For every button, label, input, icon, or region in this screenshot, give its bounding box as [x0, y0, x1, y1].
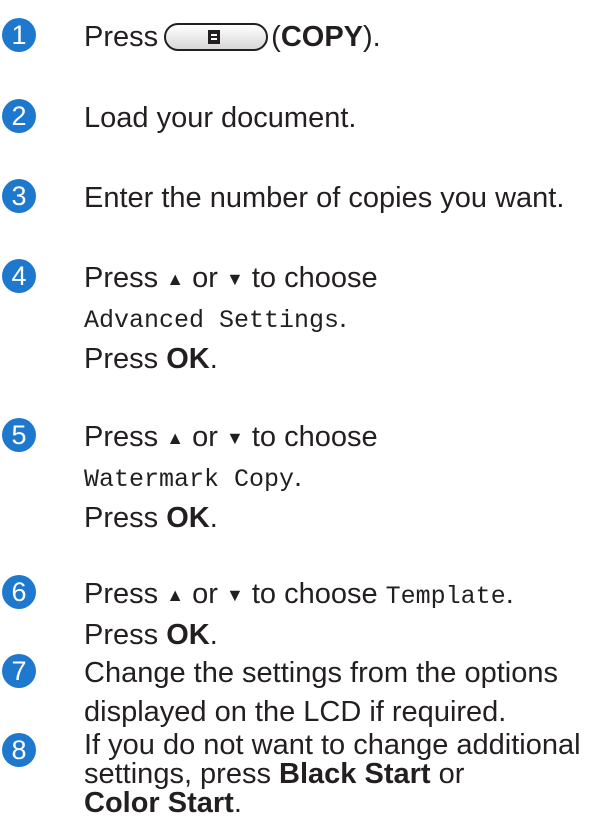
period: . — [233, 787, 242, 819]
text-line: settings, press — [84, 758, 271, 790]
paren-open: ( — [271, 21, 281, 53]
ok-label: OK — [166, 619, 210, 651]
step-number-badge: 7 — [2, 654, 36, 688]
copy-label: COPY — [280, 21, 363, 53]
step-number-badge: 3 — [2, 179, 36, 213]
copy-document-icon — [208, 30, 221, 44]
down-arrow-icon: ▼ — [225, 428, 244, 448]
step-text: Press (COPY). — [84, 18, 381, 57]
paren-close: ). — [363, 21, 381, 53]
to-choose-text: to choose — [251, 421, 378, 453]
text-line: If you do not want to change additional — [84, 729, 581, 761]
step-number-badge: 4 — [2, 259, 36, 293]
or-text: or — [192, 262, 218, 294]
down-arrow-icon: ▼ — [225, 269, 244, 289]
up-arrow-icon: ▲ — [166, 269, 185, 289]
color-start-label: Color Start — [84, 787, 234, 819]
step-text: If you do not want to change additional … — [84, 731, 581, 818]
period: . — [294, 461, 303, 493]
menu-option: Watermark Copy — [84, 465, 295, 494]
press-text: Press — [84, 343, 159, 375]
press-text: Press — [84, 578, 159, 610]
press-text: Press — [84, 619, 159, 651]
or-text: or — [192, 421, 218, 453]
ok-label: OK — [166, 502, 210, 534]
period: . — [209, 619, 218, 651]
text-line: Change the settings from the options — [84, 657, 558, 689]
step-number-badge: 8 — [2, 733, 36, 767]
period: . — [209, 343, 218, 375]
press-text: Press — [84, 502, 159, 534]
to-choose-text: to choose — [251, 262, 378, 294]
up-arrow-icon: ▲ — [166, 585, 185, 605]
step-text: Load your document. — [84, 102, 357, 134]
press-text: Press — [84, 262, 159, 294]
step-number-badge: 1 — [2, 18, 36, 52]
step-text: Press ▲ or ▼ to choose Template. Press O… — [84, 575, 514, 655]
step-text: Enter the number of copies you want. — [84, 182, 565, 214]
copy-button — [164, 23, 269, 51]
menu-option: Template — [385, 582, 506, 611]
or-text: or — [438, 758, 465, 790]
text-line: displayed on the LCD if required. — [84, 696, 507, 728]
menu-option: Advanced Settings — [84, 306, 340, 335]
press-text: Press — [84, 21, 159, 53]
period: . — [209, 502, 218, 534]
step-number-badge: 6 — [2, 575, 36, 609]
down-arrow-icon: ▼ — [225, 585, 244, 605]
ok-label: OK — [166, 343, 210, 375]
step-text: Press ▲ or ▼ to choose Advanced Settings… — [84, 259, 378, 379]
up-arrow-icon: ▲ — [166, 428, 185, 448]
black-start-label: Black Start — [279, 758, 431, 790]
or-text: or — [192, 578, 218, 610]
press-text: Press — [84, 421, 159, 453]
step-text: Change the settings from the options dis… — [84, 654, 558, 732]
period: . — [505, 578, 514, 610]
step-number-badge: 5 — [2, 418, 36, 452]
period: . — [339, 302, 348, 334]
to-choose-text: to choose — [251, 578, 378, 610]
step-text: Press ▲ or ▼ to choose Watermark Copy. P… — [84, 418, 378, 538]
step-number-badge: 2 — [2, 99, 36, 133]
